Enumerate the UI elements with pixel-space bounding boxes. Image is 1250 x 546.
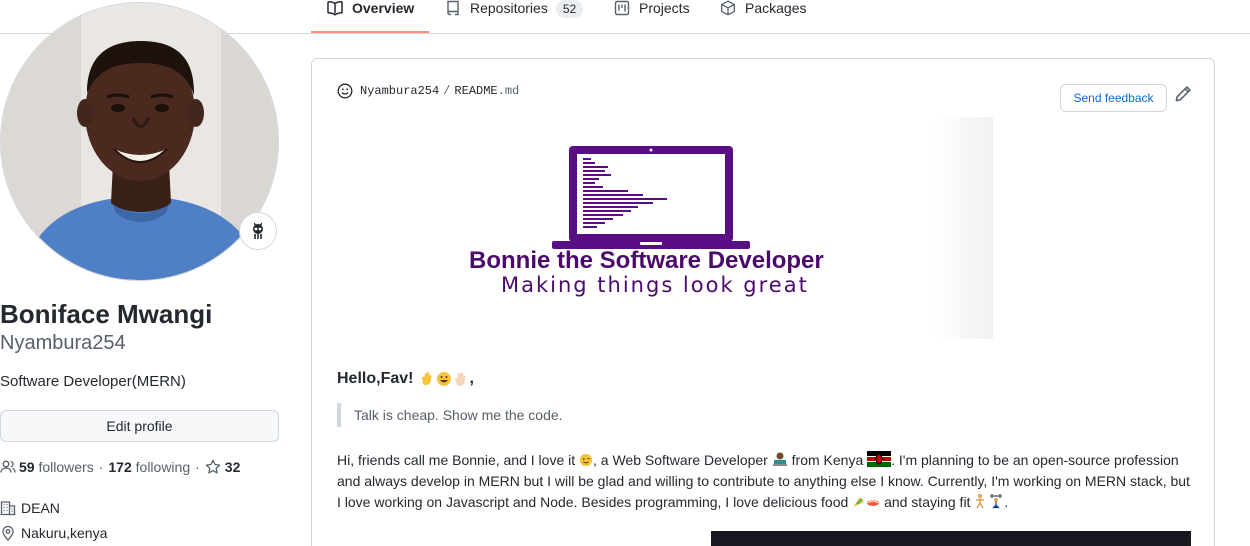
avatar-photo <box>1 3 278 280</box>
laptop-illustration <box>552 146 750 249</box>
readme-banner-image <box>442 117 993 339</box>
grinning-face-icon <box>437 372 452 386</box>
follow-stats: 59 followers · 172 following · 32 <box>0 459 240 475</box>
package-icon <box>721 0 735 16</box>
star-icon <box>205 459 221 474</box>
tab-repositories-label: Repositories <box>470 0 548 16</box>
pencil-icon[interactable] <box>1174 85 1192 103</box>
readme-header: Nyambura254 / README .md <box>337 83 519 99</box>
organization-icon <box>0 501 16 516</box>
readme-greeting: Hello,Fav! , <box>337 370 474 388</box>
followers-count: 59 <box>19 459 35 475</box>
greeting-suffix: , <box>469 370 474 387</box>
tab-projects[interactable]: Projects <box>614 0 690 34</box>
kenya-flag-icon <box>867 451 892 467</box>
intro-text-2: , a Web Software Developer <box>593 452 768 468</box>
banner-edge <box>932 117 993 339</box>
readme-embedded-image <box>711 531 1191 546</box>
stars-link[interactable]: 32 <box>205 459 241 475</box>
intro-text-3: from Kenya <box>791 452 864 468</box>
send-feedback-button[interactable]: Send feedback <box>1060 84 1167 112</box>
tab-packages[interactable]: Packages <box>720 0 806 34</box>
banner-subtitle: Making things look great <box>501 273 809 297</box>
readme-quote: Talk is cheap. Show me the code. <box>337 403 563 427</box>
readme-intro-paragraph: Hi, friends call me Bonnie, and I love i… <box>337 450 1193 513</box>
profile-full-name: Boniface Mwangi <box>0 299 213 329</box>
greeting-emojis <box>419 371 469 387</box>
following-label: following <box>135 459 191 475</box>
tab-overview[interactable]: Overview <box>327 0 414 34</box>
profile-username: Nyambura254 <box>0 332 126 354</box>
intro-text-6: . <box>1004 494 1009 510</box>
following-link[interactable]: 172 following <box>108 459 190 475</box>
banner-title: Bonnie the Software Developer <box>469 247 824 274</box>
people-icon <box>0 460 16 473</box>
edit-profile-button[interactable]: Edit profile <box>0 410 279 442</box>
readme-file-ext: .md <box>497 84 520 98</box>
food-icon <box>853 497 880 507</box>
stars-count: 32 <box>224 459 241 475</box>
readme-card: Nyambura254 / README .md Send feedback B… <box>311 58 1215 546</box>
profile-bio: Software Developer(MERN) <box>0 373 186 390</box>
tab-repositories[interactable]: Repositories 52 <box>445 0 584 34</box>
intro-text-5: and staying fit <box>884 494 971 510</box>
organization-text: DEAN <box>21 500 60 516</box>
repositories-count: 52 <box>555 0 584 18</box>
waving-hand-icon <box>422 371 433 386</box>
intro-text-1: Hi, friends call me Bonnie, and I love i… <box>337 452 576 468</box>
profile-organization: DEAN <box>0 500 60 516</box>
book-icon <box>327 1 343 16</box>
smiley-icon <box>337 83 353 99</box>
readme-file-name: README <box>454 84 498 98</box>
status-emoji-button[interactable] <box>239 212 277 250</box>
tab-packages-label: Packages <box>745 0 807 16</box>
fitness-icon <box>976 494 1003 509</box>
technologist-icon <box>772 452 787 466</box>
clapping-hand-icon <box>455 372 467 386</box>
project-icon <box>614 0 630 16</box>
avatar[interactable] <box>0 2 279 281</box>
active-tab-indicator <box>311 31 429 33</box>
greeting-text: Hello,Fav! <box>337 370 414 387</box>
octocat-icon <box>253 222 263 239</box>
tab-projects-label: Projects <box>639 0 690 16</box>
wink-face-icon <box>579 453 593 467</box>
readme-owner-link[interactable]: Nyambura254 <box>360 84 439 98</box>
followers-link[interactable]: 59 followers <box>19 459 94 475</box>
location-text: Nakuru,kenya <box>21 525 108 541</box>
tab-overview-label: Overview <box>352 0 415 16</box>
repo-icon <box>447 0 459 16</box>
location-icon <box>2 525 14 541</box>
profile-location: Nakuru,kenya <box>0 525 107 541</box>
following-count: 172 <box>108 459 132 475</box>
followers-label: followers <box>38 459 94 475</box>
